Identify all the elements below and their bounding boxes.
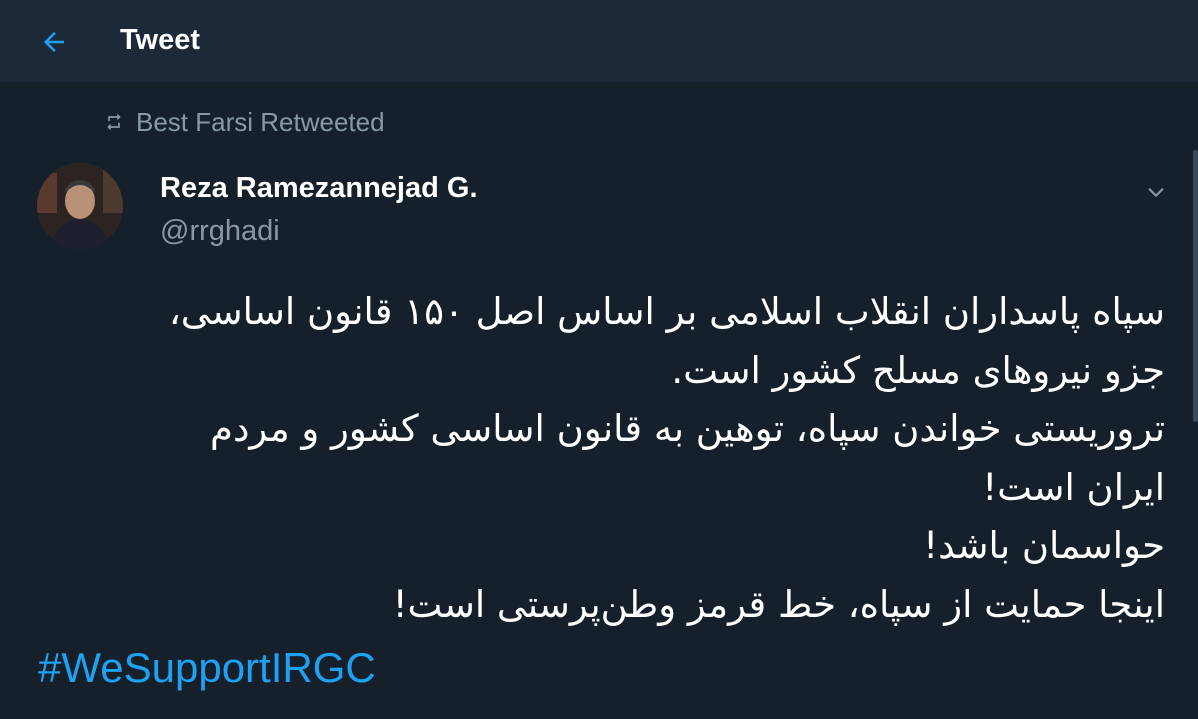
tweet-line: سپاه پاسداران انقلاب اسلامی بر اساس اصل … (168, 290, 1165, 333)
arrow-left-icon (44, 32, 64, 52)
retweet-icon (107, 113, 121, 131)
retweet-label[interactable]: Best Farsi Retweeted (136, 107, 385, 138)
top-bar: Tweet (0, 0, 1198, 82)
more-options-button[interactable] (1140, 176, 1172, 208)
hashtag-link[interactable]: #WeSupportIRGC (38, 640, 376, 696)
author-name[interactable]: Reza Ramezannejad G. (160, 170, 478, 206)
tweet-line: حواسمان باشد! (923, 524, 1165, 567)
chevron-down-icon (1148, 188, 1164, 197)
tweet-line: تروریستی خواندن سپاه، توهین به قانون اسا… (210, 407, 1165, 450)
tweet-line: اینجا حمایت از سپاه، خط قرمز وطن‌پرستی ا… (392, 582, 1165, 626)
tweet-line: ایران است! (982, 465, 1165, 509)
scrollbar[interactable] (1193, 150, 1198, 422)
retweet-context: Best Farsi Retweeted (104, 105, 385, 139)
page-title: Tweet (120, 24, 201, 56)
tweet-line: جزو نیروهای مسلح کشور است. (671, 348, 1165, 392)
tweet-text: سپاه پاسداران انقلاب اسلامی بر اساس اصل … (30, 283, 1165, 634)
back-button[interactable] (34, 22, 74, 62)
author-handle[interactable]: @rrghadi (160, 213, 280, 249)
avatar[interactable] (37, 163, 123, 249)
avatar-photo (37, 163, 123, 249)
